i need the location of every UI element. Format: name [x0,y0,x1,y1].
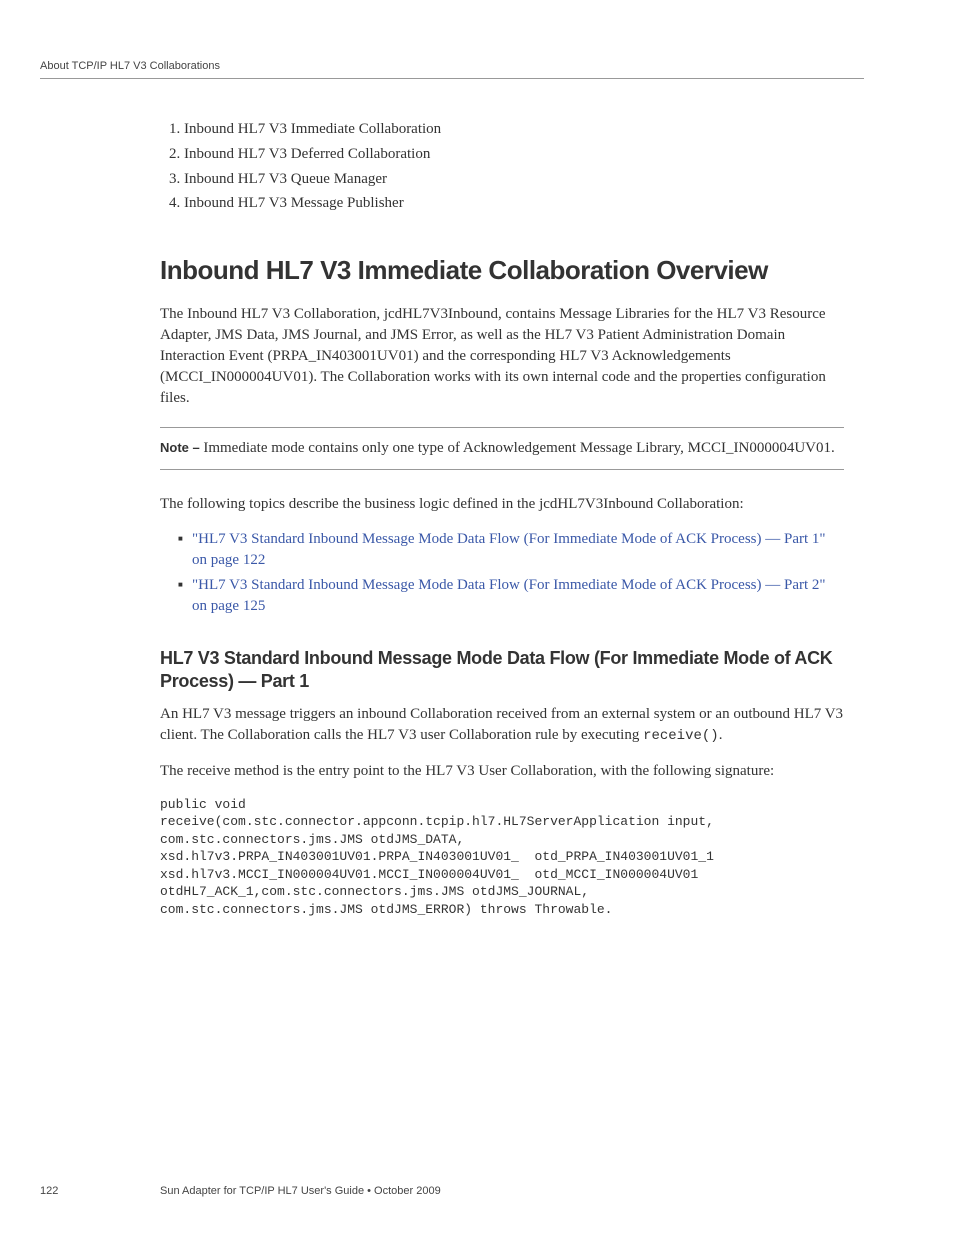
footer-doc-title: Sun Adapter for TCP/IP HL7 User's Guide … [160,1185,441,1197]
numbered-list: Inbound HL7 V3 Immediate Collaboration I… [160,119,844,215]
section-intro: The Inbound HL7 V3 Collaboration, jcdHL7… [160,304,844,409]
page-footer: 122Sun Adapter for TCP/IP HL7 User's Gui… [40,1185,864,1197]
subsection-para-1: An HL7 V3 message triggers an inbound Co… [160,704,844,747]
subsection-title: HL7 V3 Standard Inbound Message Mode Dat… [160,647,844,692]
note-text: Immediate mode contains only one type of… [203,440,834,456]
main-content: Inbound HL7 V3 Immediate Collaboration I… [160,119,844,918]
note-label: Note – [160,440,203,455]
followup-text: The following topics describe the busine… [160,494,844,515]
list-item: Inbound HL7 V3 Deferred Collaboration [184,144,844,166]
page-number: 122 [40,1185,160,1197]
list-item: "HL7 V3 Standard Inbound Message Mode Da… [178,529,844,571]
section-title: Inbound HL7 V3 Immediate Collaboration O… [160,255,844,286]
link-list: "HL7 V3 Standard Inbound Message Mode Da… [160,529,844,617]
list-item: Inbound HL7 V3 Queue Manager [184,169,844,191]
running-header: About TCP/IP HL7 V3 Collaborations [40,60,864,79]
para-text: . [719,727,723,743]
list-item: "HL7 V3 Standard Inbound Message Mode Da… [178,575,844,617]
inline-code: receive() [643,728,719,744]
para-text: An HL7 V3 message triggers an inbound Co… [160,706,843,743]
xref-link[interactable]: "HL7 V3 Standard Inbound Message Mode Da… [192,531,826,568]
xref-link[interactable]: "HL7 V3 Standard Inbound Message Mode Da… [192,577,826,614]
list-item: Inbound HL7 V3 Message Publisher [184,193,844,215]
list-item: Inbound HL7 V3 Immediate Collaboration [184,119,844,141]
code-block: public void receive(com.stc.connector.ap… [160,796,844,919]
subsection-para-2: The receive method is the entry point to… [160,761,844,782]
note-block: Note – Immediate mode contains only one … [160,427,844,470]
